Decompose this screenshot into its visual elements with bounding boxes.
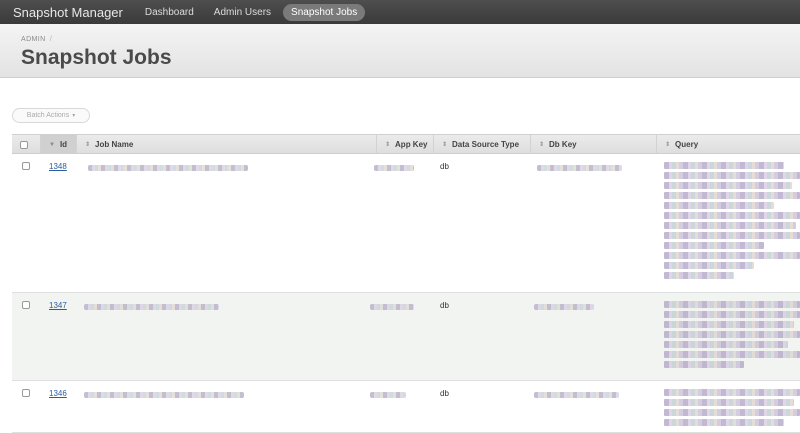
app-key-redacted — [370, 304, 414, 310]
column-label-id: Id — [59, 140, 68, 149]
chevron-down-icon: ▾ — [72, 113, 76, 119]
breadcrumb-admin[interactable]: ADMIN — [21, 36, 46, 43]
table-row: 1347 db — [12, 293, 800, 381]
row-checkbox[interactable] — [22, 301, 30, 309]
row-id-link[interactable]: 1347 — [49, 301, 67, 310]
row-id-link[interactable]: 1348 — [49, 162, 67, 171]
sort-desc-icon: ▼ — [49, 141, 55, 148]
column-header-id[interactable]: ▼ Id — [40, 135, 76, 154]
batch-actions-label: Batch Actions — [26, 112, 70, 119]
row-checkbox[interactable] — [22, 389, 30, 397]
query-redacted — [664, 162, 800, 282]
data-source-type: db — [440, 301, 449, 310]
sort-icon: ⇕ — [442, 142, 448, 148]
snapshot-jobs-table: ▼ Id ⇕ Job Name ⇕ App Key ⇕ Data Source … — [12, 134, 800, 433]
job-name-redacted — [84, 304, 219, 310]
title-bar: ADMIN / Snapshot Jobs — [0, 24, 800, 78]
query-redacted — [664, 301, 800, 371]
sort-icon: ⇕ — [539, 142, 545, 148]
breadcrumb: ADMIN / — [21, 36, 52, 43]
db-key-redacted — [534, 392, 619, 398]
top-navbar: Snapshot Manager Dashboard Admin Users S… — [0, 0, 800, 24]
sort-icon: ⇕ — [385, 142, 391, 148]
column-header-db-key[interactable]: ⇕ Db Key — [530, 135, 656, 154]
breadcrumb-separator: / — [49, 36, 53, 43]
header-select-all — [12, 135, 40, 154]
column-label-job-name: Job Name — [95, 140, 134, 149]
column-header-job-name[interactable]: ⇕ Job Name — [76, 135, 376, 154]
db-key-redacted — [537, 165, 622, 171]
table-header: ▼ Id ⇕ Job Name ⇕ App Key ⇕ Data Source … — [12, 134, 800, 154]
sort-icon: ⇕ — [665, 142, 671, 148]
sort-icon: ⇕ — [85, 142, 91, 148]
job-name-redacted — [88, 165, 248, 171]
nav-link-admin-users[interactable]: Admin Users — [206, 4, 279, 21]
app-key-redacted — [370, 392, 406, 398]
column-header-data-source-type[interactable]: ⇕ Data Source Type — [433, 135, 530, 154]
job-name-redacted — [84, 392, 244, 398]
nav-link-snapshot-jobs[interactable]: Snapshot Jobs — [283, 3, 366, 21]
column-header-app-key[interactable]: ⇕ App Key — [376, 135, 433, 154]
db-key-redacted — [534, 304, 594, 310]
table-row: 1346 db — [12, 381, 800, 433]
nav-link-dashboard[interactable]: Dashboard — [137, 4, 202, 21]
page-title: Snapshot Jobs — [21, 46, 172, 69]
data-source-type: db — [440, 162, 449, 171]
column-label-data-source-type: Data Source Type — [452, 140, 520, 149]
row-checkbox[interactable] — [22, 162, 30, 170]
brand-logo[interactable]: Snapshot Manager — [13, 5, 123, 20]
data-source-type: db — [440, 389, 449, 398]
column-header-query[interactable]: ⇕ Query — [656, 135, 800, 154]
select-all-checkbox[interactable] — [20, 140, 28, 149]
query-redacted — [664, 389, 800, 429]
column-label-app-key: App Key — [395, 140, 428, 149]
table-row: 1348 db — [12, 154, 800, 293]
row-id-link[interactable]: 1346 — [49, 389, 67, 398]
batch-actions-button[interactable]: Batch Actions ▾ — [12, 108, 90, 123]
column-label-db-key: Db Key — [549, 140, 577, 149]
column-label-query: Query — [675, 140, 699, 149]
app-key-redacted — [374, 165, 414, 171]
